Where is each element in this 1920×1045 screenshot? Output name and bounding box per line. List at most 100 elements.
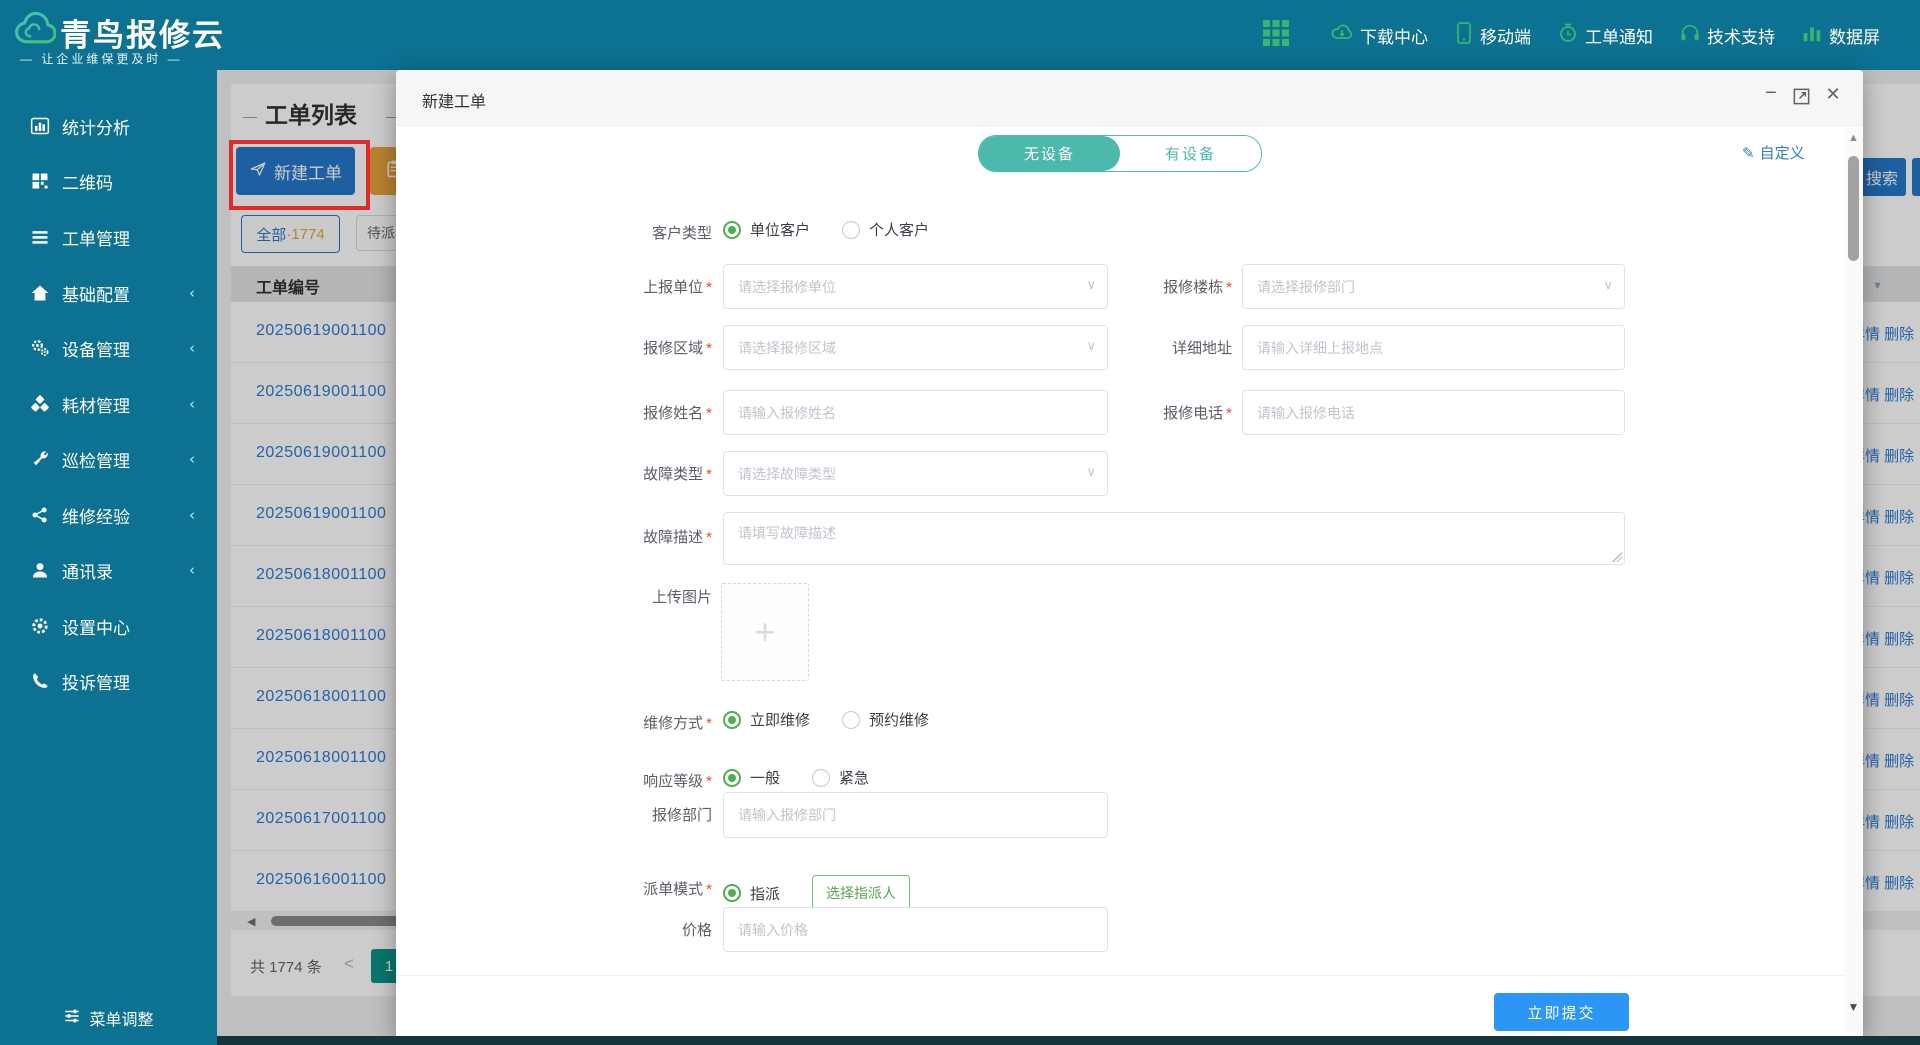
field-label: 故障类型 * xyxy=(643,466,712,483)
nav-tech-support[interactable]: 技术支持 xyxy=(1679,21,1775,50)
repair-mode-radios: 立即维修 预约维修 xyxy=(723,709,929,730)
field-label: 报修姓名 * xyxy=(643,405,712,422)
sidebar-item-label: 二维码 xyxy=(62,173,113,193)
fault-type-input[interactable] xyxy=(723,451,1108,496)
page-title: 工单列表 xyxy=(265,102,357,128)
app-sidebar: 统计分析 二维码 工单管理 基础配置 ‹ 设备管理 ‹ 耗材管理 ‹ 巡检管理 xyxy=(0,70,217,1045)
choose-assignee-button[interactable]: 选择指派人 xyxy=(812,875,911,911)
new-order-button[interactable]: 新建工单 xyxy=(236,147,355,195)
gear-icon xyxy=(30,616,50,636)
minimize-icon[interactable]: − xyxy=(1758,82,1784,108)
pagination-prev[interactable]: < xyxy=(344,954,354,974)
customize-label: 自定义 xyxy=(1759,145,1805,162)
fault-desc-textarea[interactable] xyxy=(723,512,1625,565)
address-input[interactable] xyxy=(1242,325,1625,370)
sidebar-item-contacts[interactable]: 通讯录 ‹ xyxy=(0,553,217,587)
field-label: 故障描述 * xyxy=(643,529,712,546)
new-order-modal: 新建工单 − ✕ 无设备 有设备 ✎ 自定义 客户类型 单位客户 个人客户 上报… xyxy=(396,70,1863,1037)
building-input[interactable] xyxy=(1242,264,1625,309)
tab-no-device[interactable]: 无设备 xyxy=(979,136,1120,171)
modal-header: 新建工单 − ✕ xyxy=(396,70,1863,126)
radio-option[interactable]: 立即维修 xyxy=(723,709,810,730)
nav-mobile[interactable]: 移动端 xyxy=(1454,21,1531,50)
order-link[interactable]: 20250619001100 xyxy=(256,383,386,401)
app-header: 青鸟报修云 — 让企业维保更及时 — 下载中心 移动端 工单通知 技术支持 数据… xyxy=(0,0,1920,70)
field-label: 报修楼栋 * xyxy=(1163,279,1232,296)
customize-link[interactable]: ✎ 自定义 xyxy=(1742,142,1805,163)
nav-data-screen[interactable]: 数据屏 xyxy=(1801,22,1880,49)
pencil-icon: ✎ xyxy=(1742,144,1755,162)
scroll-down-icon[interactable]: ▼ xyxy=(1844,1000,1863,1014)
sidebar-item-complaints[interactable]: 投诉管理 xyxy=(0,664,217,698)
radio-option[interactable]: 紧急 xyxy=(812,767,869,788)
share-icon xyxy=(30,505,50,525)
radio-selected-icon[interactable] xyxy=(723,220,741,239)
sidebar-item-orders[interactable]: 工单管理 xyxy=(0,220,217,254)
order-link[interactable]: 20250618001100 xyxy=(256,627,386,645)
radio-selected-icon[interactable] xyxy=(723,884,741,902)
department-field xyxy=(723,792,1108,838)
scroll-left-icon[interactable]: ◀ xyxy=(247,915,255,928)
field-label: 报修区域 * xyxy=(643,340,712,357)
filter-tab-all[interactable]: 全部 · 1774 xyxy=(241,215,340,253)
sidebar-item-label: 投诉管理 xyxy=(62,673,130,693)
report-unit-input[interactable] xyxy=(723,264,1108,309)
logo-cloud-icon xyxy=(12,8,57,55)
close-icon[interactable]: ✕ xyxy=(1820,84,1846,110)
radio-selected-icon[interactable] xyxy=(723,710,741,729)
headset-icon xyxy=(1679,21,1701,50)
radio-option[interactable]: 一般 xyxy=(723,767,780,788)
top-navigation: 下载中心 移动端 工单通知 技术支持 数据屏 xyxy=(1262,0,1880,70)
upload-image-button[interactable]: + xyxy=(721,583,809,681)
order-link[interactable]: 20250619001100 xyxy=(256,322,386,340)
app-root: — 工单列表 — 新建工单 全部 · 1774 待派单 工单编号 ▼ 20250… xyxy=(0,0,1920,1045)
radio-icon[interactable] xyxy=(842,710,861,729)
radio-selected-icon[interactable] xyxy=(723,768,741,787)
radio-option[interactable]: 预约维修 xyxy=(842,709,929,730)
department-input[interactable] xyxy=(723,792,1108,838)
sidebar-item-stats[interactable]: 统计分析 xyxy=(0,109,217,143)
order-link[interactable]: 20250619001100 xyxy=(256,505,386,523)
name-input[interactable] xyxy=(723,390,1108,435)
order-link[interactable]: 20250619001100 xyxy=(256,444,386,462)
phone-input[interactable] xyxy=(1242,390,1625,435)
bell-icon xyxy=(1557,21,1579,50)
sidebar-item-devices[interactable]: 设备管理 ‹ xyxy=(0,331,217,365)
order-link[interactable]: 20250617001100 xyxy=(256,810,386,828)
sidebar-item-inspection[interactable]: 巡检管理 ‹ xyxy=(0,442,217,476)
maximize-icon[interactable] xyxy=(1792,87,1811,111)
submit-button[interactable]: 立即提交 xyxy=(1494,993,1629,1031)
area-input[interactable] xyxy=(723,325,1108,370)
fault-desc-field xyxy=(723,512,1625,565)
sidebar-menu-adjust[interactable]: 菜单调整 xyxy=(0,998,217,1038)
sidebar-item-label: 耗材管理 xyxy=(62,396,130,416)
mobile-icon xyxy=(1454,21,1474,50)
tab-has-device[interactable]: 有设备 xyxy=(1120,136,1261,171)
filter-all-count: 1774 xyxy=(291,225,325,243)
order-link[interactable]: 20250618001100 xyxy=(256,566,386,584)
sidebar-item-settings[interactable]: 设置中心 xyxy=(0,609,217,643)
stats-icon xyxy=(30,116,50,136)
sidebar-item-experience[interactable]: 维修经验 ‹ xyxy=(0,498,217,532)
order-link[interactable]: 20250618001100 xyxy=(256,688,386,706)
radio-icon[interactable] xyxy=(842,220,861,239)
apps-grid-icon[interactable] xyxy=(1262,19,1290,52)
vscroll-thumb[interactable] xyxy=(1848,156,1859,261)
nav-download-center[interactable]: 下载中心 xyxy=(1330,21,1428,50)
modal-scrollbar[interactable]: ▲ ▼ xyxy=(1844,128,1863,1033)
order-link[interactable]: 20250616001100 xyxy=(256,871,386,889)
radio-option[interactable]: 指派 xyxy=(723,883,780,904)
sidebar-item-qrcode[interactable]: 二维码 xyxy=(0,164,217,198)
price-input[interactable] xyxy=(723,907,1108,952)
nav-order-notify[interactable]: 工单通知 xyxy=(1557,21,1653,50)
search-button[interactable]: 搜索 xyxy=(1858,158,1906,196)
sidebar-item-consumables[interactable]: 耗材管理 ‹ xyxy=(0,387,217,421)
order-link[interactable]: 20250618001100 xyxy=(256,749,386,767)
radio-icon[interactable] xyxy=(812,768,831,787)
scroll-up-icon[interactable]: ▲ xyxy=(1844,132,1863,144)
field-label: 上报单位 * xyxy=(643,279,712,296)
sidebar-item-base-config[interactable]: 基础配置 ‹ xyxy=(0,276,217,310)
radio-option[interactable]: 个人客户 xyxy=(842,219,929,240)
radio-option[interactable]: 单位客户 xyxy=(723,219,810,240)
reset-button-fragment[interactable] xyxy=(1912,158,1920,196)
